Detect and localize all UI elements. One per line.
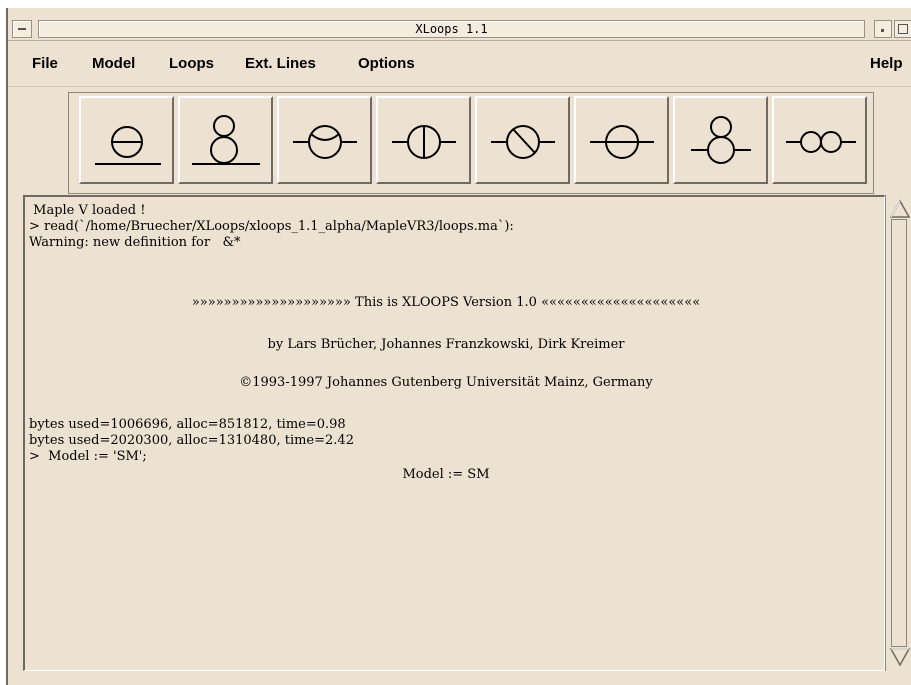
title-bar-label-area[interactable]: XLoops 1.1 <box>38 20 865 38</box>
toolbar-separator <box>8 86 911 87</box>
menu-help[interactable]: Help <box>870 55 903 72</box>
diagram-button-3[interactable] <box>277 96 372 184</box>
two-loop-master-diagram-icon <box>392 125 456 159</box>
minimize-button[interactable] <box>874 20 892 38</box>
two-loop-sunset-external-diagram-icon <box>590 125 654 159</box>
output-result-line: Model := SM <box>402 467 490 482</box>
diagram-button-2[interactable] <box>178 96 273 184</box>
menu-file[interactable]: File <box>32 55 58 72</box>
two-loop-vertex-correction-diagram-icon <box>491 125 555 159</box>
two-point-bubble-vertex-diagram-icon <box>293 125 357 159</box>
output-prompt-line: > Model := 'SM'; <box>29 449 147 464</box>
vertical-scrollbar[interactable] <box>885 195 911 671</box>
window-title: XLoops 1.1 <box>415 22 488 36</box>
menu-bar: File Model Loops Ext. Lines Options Help <box>8 41 911 85</box>
xloops-window: XLoops 1.1 File Model Loops Ext. Lines O… <box>6 8 911 685</box>
menu-model[interactable]: Model <box>92 55 135 72</box>
title-bar[interactable]: XLoops 1.1 <box>8 8 911 41</box>
menu-ext-lines[interactable]: Ext. Lines <box>245 55 316 72</box>
maximize-button[interactable] <box>894 20 911 38</box>
output-copyright-line: ©1993-1997 Johannes Gutenberg Universitä… <box>239 375 653 390</box>
maple-output-area[interactable]: Maple V loaded ! > read(`/home/Bruecher/… <box>23 195 885 671</box>
two-loop-chain-diagram-icon <box>786 131 856 153</box>
output-bytes-line-1: bytes used=1006696, alloc=851812, time=0… <box>29 417 346 432</box>
diagram-button-5[interactable] <box>475 96 570 184</box>
scroll-down-arrow-icon[interactable] <box>889 646 911 668</box>
menu-options[interactable]: Options <box>358 55 415 72</box>
output-read-command: > read(`/home/Bruecher/XLoops/xloops_1.1… <box>29 219 514 234</box>
two-loop-figure-eight-diagram-icon <box>691 116 751 164</box>
diagram-button-1[interactable] <box>79 96 174 184</box>
diagram-button-6[interactable] <box>574 96 669 184</box>
diagram-toolbar <box>68 92 874 194</box>
output-version-banner: »»»»»»»»»»»»»»»»»»»» This is XLOOPS Vers… <box>191 295 701 310</box>
output-bytes-line-2: bytes used=2020300, alloc=1310480, time=… <box>29 433 354 448</box>
scrollbar-track[interactable] <box>891 219 907 647</box>
diagram-button-8[interactable] <box>772 96 867 184</box>
menu-loops[interactable]: Loops <box>169 55 214 72</box>
output-authors-line: by Lars Brücher, Johannes Franzkowski, D… <box>267 337 625 352</box>
scroll-up-arrow-icon[interactable] <box>889 198 911 220</box>
output-warning-line: Warning: new definition for &* <box>29 235 241 250</box>
diagram-button-7[interactable] <box>673 96 768 184</box>
window-menu-button[interactable] <box>12 20 32 38</box>
two-loop-double-bubble-diagram-icon <box>192 115 260 165</box>
diagram-button-4[interactable] <box>376 96 471 184</box>
output-loaded-line: Maple V loaded ! <box>29 203 146 218</box>
two-loop-sunset-diagram-icon <box>95 126 161 165</box>
window-bottom-border <box>8 676 911 685</box>
